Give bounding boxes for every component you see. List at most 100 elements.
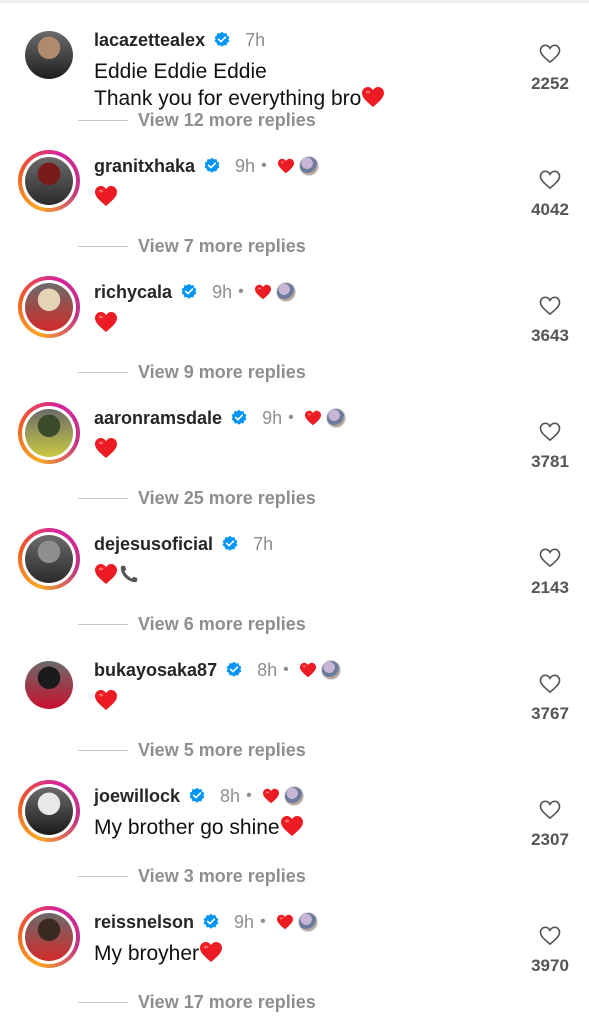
view-replies-button[interactable]: View 25 more replies — [78, 486, 316, 510]
comment-item[interactable]: bukayosaka87 8h • View 5 more replies 376… — [0, 654, 589, 780]
view-replies-button[interactable]: View 17 more replies — [78, 990, 316, 1014]
username[interactable]: joewillock — [94, 786, 180, 807]
comment-text: My brother go shine — [94, 814, 304, 841]
replies-divider — [78, 245, 128, 247]
comment-item[interactable]: aaronramsdale 9h • View 25 more replies 3… — [0, 402, 589, 528]
view-replies-button[interactable]: View 12 more replies — [78, 108, 316, 132]
comment-text — [94, 688, 118, 715]
like-count: 3643 — [531, 326, 569, 345]
heart-emoji-icon — [280, 815, 304, 837]
like-heart-icon[interactable] — [539, 296, 561, 316]
comment-text-line: My broyher — [94, 940, 223, 967]
timestamp: 9h — [234, 911, 255, 932]
comment-header: granitxhaka 9h • — [94, 152, 319, 180]
avatar[interactable] — [18, 528, 80, 590]
heart-emoji-icon — [94, 311, 118, 333]
heart-emoji-icon — [199, 941, 223, 963]
like-heart-icon[interactable] — [539, 422, 561, 442]
like-section: 2252 — [520, 44, 580, 94]
avatar-image — [25, 787, 73, 835]
creator-avatar-icon — [325, 408, 346, 428]
username[interactable]: granitxhaka — [94, 156, 195, 177]
username[interactable]: dejesusoficial — [94, 534, 213, 555]
like-heart-icon[interactable] — [539, 548, 561, 568]
like-heart-icon[interactable] — [539, 170, 561, 190]
like-section: 2307 — [520, 800, 580, 850]
comment-text-line — [94, 688, 118, 715]
avatar[interactable] — [18, 276, 80, 338]
comment-item[interactable]: richycala 9h • View 9 more replies 3643 — [0, 276, 589, 402]
verified-badge-icon — [202, 913, 220, 931]
separator-dot: • — [260, 913, 266, 930]
creator-liked-heart-icon — [276, 914, 294, 930]
avatar[interactable] — [18, 906, 80, 968]
creator-liked-heart-icon — [254, 284, 272, 300]
verified-badge-icon — [221, 535, 239, 553]
view-replies-button[interactable]: View 5 more replies — [78, 738, 306, 762]
comment-header: bukayosaka87 8h • — [94, 656, 341, 684]
phone-emoji-icon — [118, 563, 140, 585]
comment-text-line — [94, 436, 118, 463]
avatar[interactable] — [18, 780, 80, 842]
username[interactable]: bukayosaka87 — [94, 660, 217, 681]
like-count: 2252 — [531, 74, 569, 93]
replies-divider — [78, 875, 128, 877]
view-replies-button[interactable]: View 7 more replies — [78, 234, 306, 258]
separator-dot: • — [238, 283, 244, 300]
username[interactable]: aaronramsdale — [94, 408, 222, 429]
comment-item[interactable]: dejesusoficial 7h View 6 more replies 21… — [0, 528, 589, 654]
view-replies-button[interactable]: View 9 more replies — [78, 360, 306, 384]
timestamp: 8h — [220, 785, 241, 806]
username[interactable]: reissnelson — [94, 912, 194, 933]
separator-dot: • — [283, 661, 289, 678]
comment-header: joewillock 8h • — [94, 782, 304, 810]
verified-badge-icon — [188, 787, 206, 805]
creator-avatar-icon — [275, 282, 296, 302]
comment-text-line — [94, 310, 118, 337]
verified-badge-icon — [213, 31, 231, 49]
replies-divider — [78, 1001, 128, 1003]
avatar[interactable] — [18, 654, 80, 716]
username[interactable]: richycala — [94, 282, 172, 303]
like-heart-icon[interactable] — [539, 800, 561, 820]
creator-liked-heart-icon — [262, 788, 280, 804]
comment-item[interactable]: reissnelson 9h • My broyher View 17 more … — [0, 906, 589, 1032]
like-heart-icon[interactable] — [539, 926, 561, 946]
verified-badge-icon — [180, 283, 198, 301]
avatar-image — [25, 157, 73, 205]
separator-dot: • — [261, 157, 267, 174]
comment-header: richycala 9h • — [94, 278, 296, 306]
view-replies-button[interactable]: View 3 more replies — [78, 864, 306, 888]
like-count: 2143 — [531, 578, 569, 597]
comment-text — [94, 310, 118, 337]
avatar[interactable] — [18, 150, 80, 212]
like-heart-icon[interactable] — [539, 44, 561, 64]
like-heart-icon[interactable] — [539, 674, 561, 694]
comment-item[interactable]: joewillock 8h • My brother go shine View … — [0, 780, 589, 906]
avatar-image — [25, 409, 73, 457]
like-section: 3781 — [520, 422, 580, 472]
avatar[interactable] — [18, 24, 80, 86]
creator-avatar-icon — [283, 786, 304, 806]
verified-badge-icon — [203, 157, 221, 175]
view-replies-button[interactable]: View 6 more replies — [78, 612, 306, 636]
timestamp: 7h — [245, 29, 266, 50]
replies-divider — [78, 119, 128, 121]
comment-item[interactable]: granitxhaka 9h • View 7 more replies 4042 — [0, 150, 589, 276]
like-count: 2307 — [531, 830, 569, 849]
comment-text-line: My brother go shine — [94, 814, 304, 841]
like-section: 3643 — [520, 296, 580, 346]
username[interactable]: lacazettealex — [94, 30, 205, 51]
verified-badge-icon — [230, 409, 248, 427]
heart-emoji-icon — [94, 185, 118, 207]
like-section: 3970 — [520, 926, 580, 976]
creator-liked-heart-icon — [304, 410, 322, 426]
replies-divider — [78, 497, 128, 499]
replies-divider — [78, 749, 128, 751]
comment-item[interactable]: lacazettealex 7h Eddie Eddie Eddie Thank y… — [0, 24, 589, 150]
comment-text: Eddie Eddie Eddie Thank you for everythin… — [94, 58, 385, 112]
avatar-image — [25, 661, 73, 709]
comment-header: aaronramsdale 9h • — [94, 404, 346, 432]
creator-liked-heart-icon — [299, 662, 317, 678]
avatar[interactable] — [18, 402, 80, 464]
